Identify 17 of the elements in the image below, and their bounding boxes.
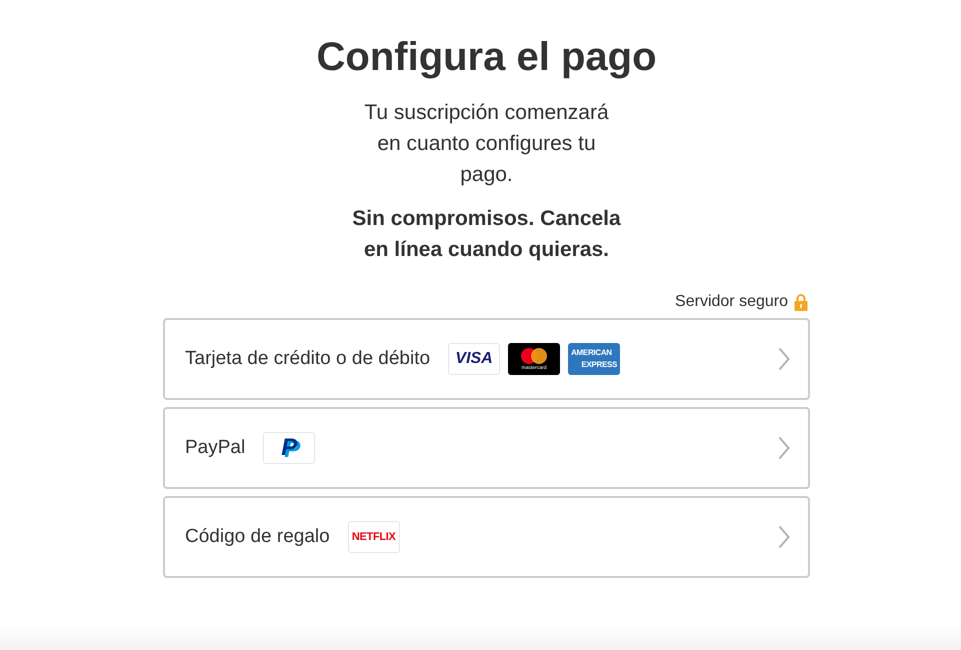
chevron-right-icon xyxy=(778,525,790,549)
padlock-icon xyxy=(794,293,808,311)
netflix-logo: NETFLIX xyxy=(348,521,400,553)
intro-text: Tu suscripción comenzará en cuanto configures tu pago. xyxy=(363,100,610,188)
payment-option[interactable]: PayPal P xyxy=(163,407,810,489)
option-label: Código de regalo xyxy=(185,526,330,548)
payment-option[interactable]: Código de regalo NETFLIX xyxy=(163,496,810,578)
commitment-text: Sin compromisos. Cancela en línea cuando quieras. xyxy=(351,206,622,263)
secure-server-label: Servidor seguro xyxy=(675,293,788,311)
visa-logo: VISA xyxy=(448,343,500,375)
option-label: PayPal xyxy=(185,437,246,459)
amex-logo: AMERICAN EXPRESS xyxy=(568,343,620,375)
chevron-right-icon xyxy=(778,436,790,460)
paypal-logo: P xyxy=(263,432,316,464)
page-title: Configura el pago xyxy=(316,34,656,81)
chevron-right-icon xyxy=(778,347,790,371)
option-label: Tarjeta de crédito o de débito xyxy=(185,348,430,370)
